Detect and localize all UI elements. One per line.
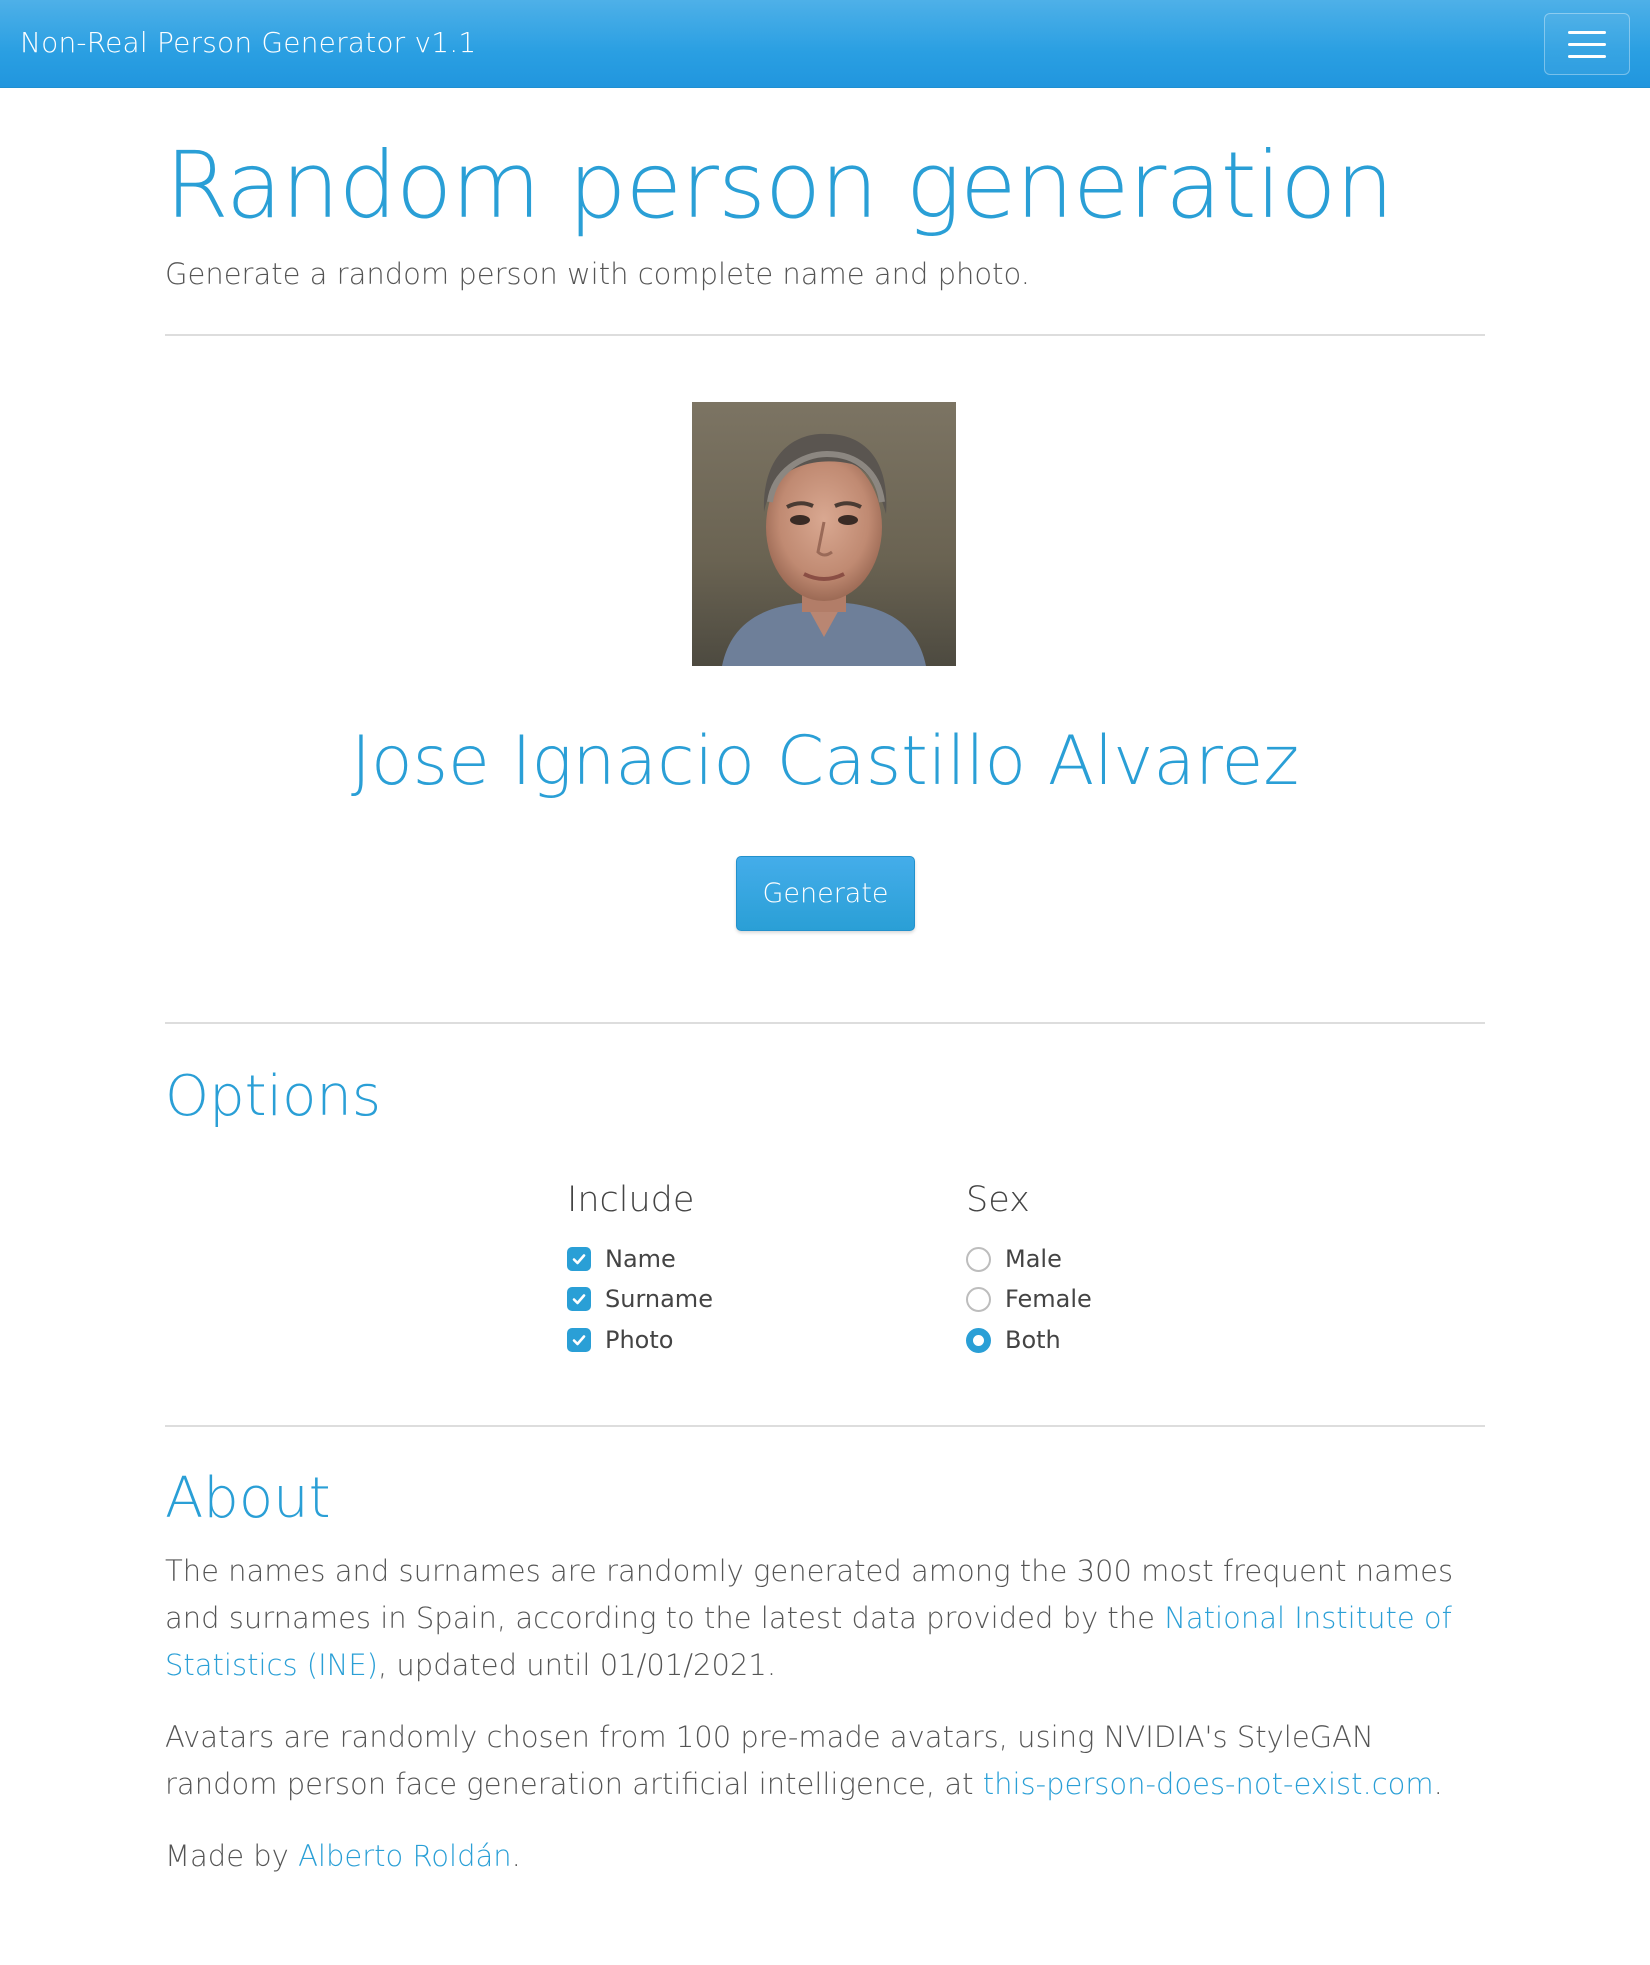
divider [165, 1022, 1485, 1024]
checkbox-checked-icon[interactable] [567, 1247, 591, 1271]
avatar-photo [692, 402, 956, 666]
sex-male-radio[interactable]: Male [966, 1244, 1062, 1274]
sex-both-label[interactable]: Both [1005, 1326, 1061, 1354]
page-lead: Generate a random person with complete n… [165, 257, 1030, 291]
include-name-checkbox[interactable]: Name [567, 1244, 676, 1274]
about-text: . [511, 1839, 521, 1873]
include-title: Include [567, 1180, 695, 1220]
divider [165, 334, 1485, 336]
about-text: , updated until 01/01/2021. [377, 1648, 777, 1682]
radio-unselected-icon[interactable] [966, 1286, 991, 1312]
navbar: Non-Real Person Generator v1.1 [0, 0, 1650, 88]
radio-unselected-icon[interactable] [966, 1246, 991, 1272]
checkbox-checked-icon[interactable] [567, 1287, 591, 1311]
about-paragraph-avatars: Avatars are randomly chosen from 100 pre… [165, 1714, 1485, 1808]
include-surname-label[interactable]: Surname [605, 1285, 713, 1313]
include-name-label[interactable]: Name [605, 1245, 676, 1273]
generate-button[interactable]: Generate [736, 856, 915, 931]
sex-male-label[interactable]: Male [1005, 1245, 1062, 1273]
about-title: About [165, 1466, 331, 1531]
include-photo-checkbox[interactable]: Photo [567, 1325, 673, 1355]
person-name: Jose Ignacio Castillo Alvarez [350, 722, 1300, 801]
author-link[interactable]: Alberto Roldán [298, 1839, 512, 1873]
radio-selected-icon[interactable] [966, 1327, 991, 1353]
checkbox-checked-icon[interactable] [567, 1328, 591, 1352]
include-photo-label[interactable]: Photo [605, 1326, 673, 1354]
about-paragraph-names: The names and surnames are randomly gene… [165, 1548, 1485, 1689]
about-text: . [1433, 1767, 1443, 1801]
include-surname-checkbox[interactable]: Surname [567, 1284, 713, 1314]
hamburger-menu-icon[interactable] [1544, 13, 1630, 75]
about-paragraph-author: Made by Alberto Roldán. [165, 1833, 1485, 1880]
this-person-does-not-exist-link[interactable]: this-person-does-not-exist.com [983, 1767, 1434, 1801]
about-text: Made by [165, 1839, 299, 1873]
sex-title: Sex [966, 1180, 1030, 1220]
sex-female-label[interactable]: Female [1005, 1285, 1092, 1313]
divider [165, 1425, 1485, 1427]
options-title: Options [165, 1064, 382, 1129]
navbar-brand[interactable]: Non-Real Person Generator v1.1 [20, 26, 476, 59]
sex-both-radio[interactable]: Both [966, 1325, 1061, 1355]
page-title: Random person generation [165, 132, 1394, 239]
sex-female-radio[interactable]: Female [966, 1284, 1092, 1314]
